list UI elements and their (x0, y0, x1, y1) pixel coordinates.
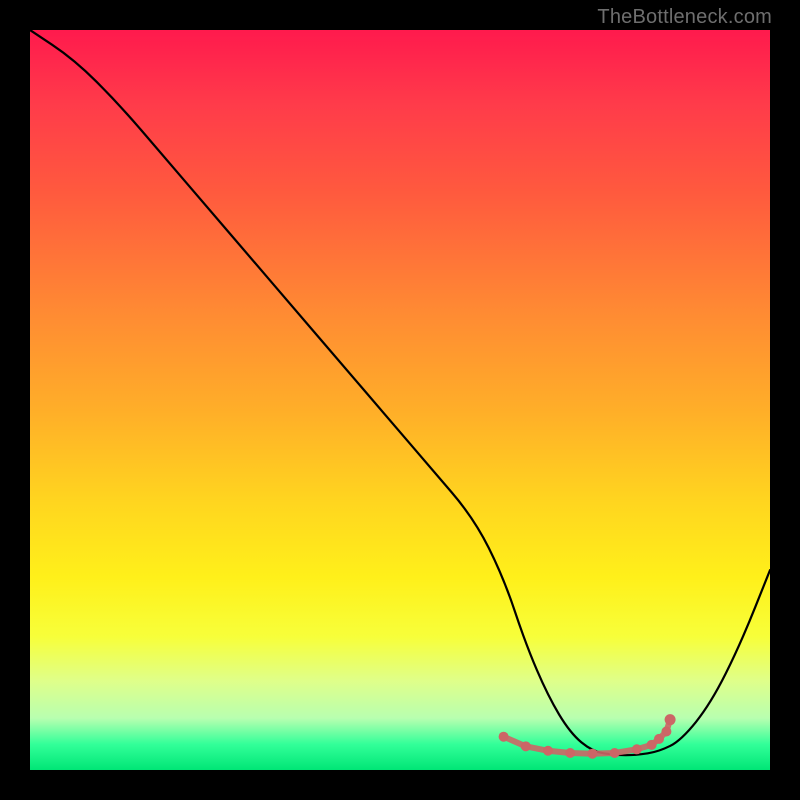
bottleneck-curve-svg (30, 30, 770, 770)
curve-marker (521, 741, 531, 751)
curve-marker (661, 727, 671, 737)
curve-marker (654, 734, 664, 744)
bottleneck-curve (30, 30, 770, 755)
plot-area (30, 30, 770, 770)
chart-frame: TheBottleneck.com (0, 0, 800, 800)
curve-marker (665, 714, 676, 725)
curve-marker (499, 732, 509, 742)
curve-marker (632, 744, 642, 754)
curve-marker (543, 746, 553, 756)
curve-marker (587, 749, 597, 759)
curve-marker (565, 748, 575, 758)
watermark-text: TheBottleneck.com (597, 6, 772, 29)
curve-marker (610, 748, 620, 758)
